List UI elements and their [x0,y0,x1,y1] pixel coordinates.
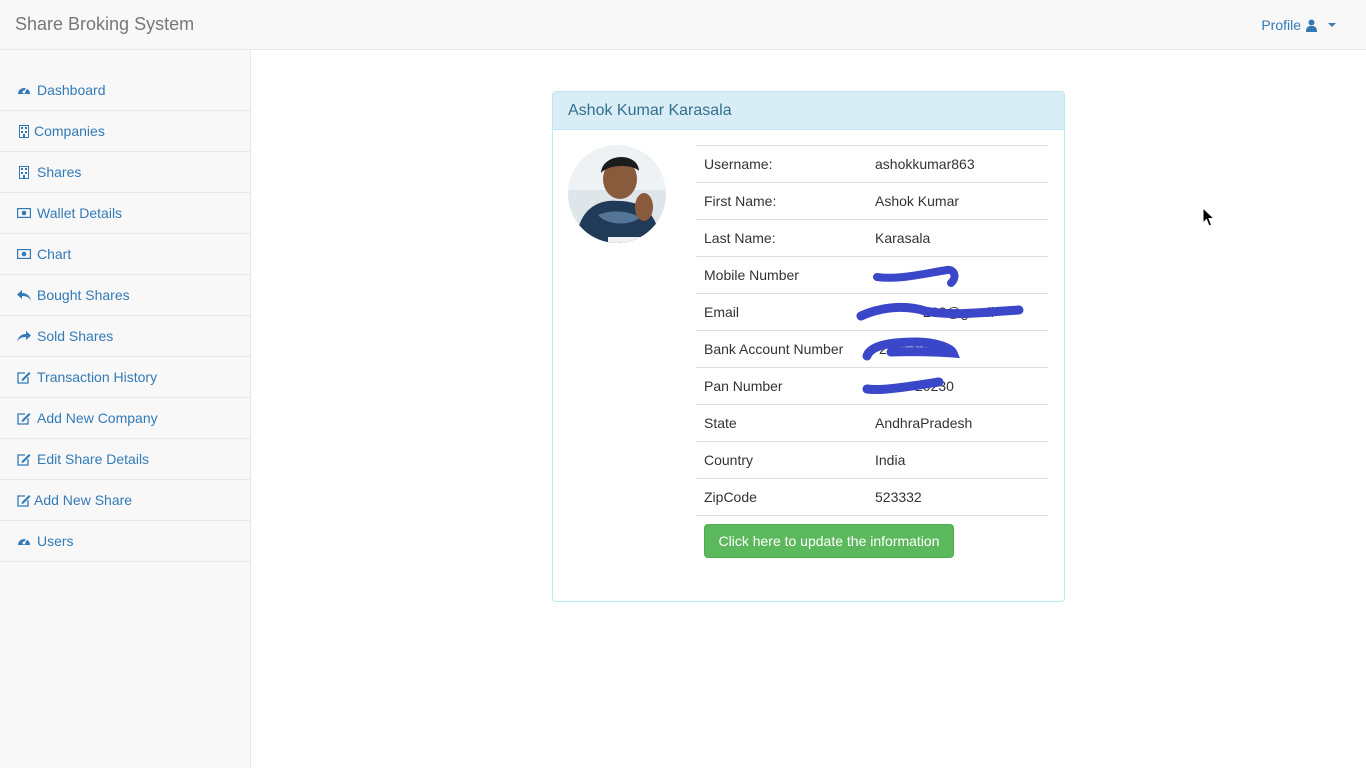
field-label: ZipCode [696,478,867,516]
table-row: First Name: Ashok Kumar [696,182,1048,220]
field-label: Pan Number [696,367,867,405]
sidebar-item-label: Chart [37,246,72,262]
dashboard-icon [17,534,31,548]
sidebar-item-users[interactable]: Users [0,521,250,562]
sidebar-item-label: Edit Share Details [37,451,150,467]
sidebar-item-label: Wallet Details [37,205,123,221]
field-value: Karasala [867,219,1048,257]
building-icon [17,165,31,179]
sidebar-item-companies[interactable]: Companies [0,111,250,152]
sidebar-item-label: Sold Shares [37,328,114,344]
sidebar-item-add-new-company[interactable]: Add New Company [0,398,250,439]
redaction-scribble [856,302,1024,321]
sidebar-item-label: Shares [37,164,82,180]
table-row: Pan Number 20230 [696,367,1048,405]
table-row: Email 263@gmail [696,293,1048,331]
profile-menu[interactable]: Profile [1261,17,1336,33]
field-value: India [867,441,1048,479]
field-value: AndhraPradesh [867,404,1048,442]
sidebar-item-label: Bought Shares [37,287,130,303]
profile-name-heading: Ashok Kumar Karasala [553,92,1064,130]
sidebar-item-bought-shares[interactable]: Bought Shares [0,275,250,316]
update-information-button[interactable]: Click here to update the information [704,524,954,558]
profile-panel: Ashok Kumar Karasala Username: ashokkuma… [552,91,1065,602]
field-label: Bank Account Number [696,330,867,368]
edit-icon [17,370,31,384]
chevron-down-icon [1328,23,1336,27]
dashboard-icon [17,83,31,97]
table-row: Username: ashokkumar863 [696,145,1048,183]
field-value [867,256,1048,294]
profile-label: Profile [1261,17,1301,33]
money-icon [17,247,31,261]
money-icon [17,206,31,220]
field-value: Ashok Kumar [867,182,1048,220]
edit-icon [17,452,31,466]
field-value: 523332 [867,478,1048,516]
redaction-scribble [862,337,960,361]
sidebar-item-chart[interactable]: Chart [0,234,250,275]
brand-title[interactable]: Share Broking System [15,14,194,35]
field-label: Country [696,441,867,479]
field-label: Email [696,293,867,331]
table-row: Country India [696,441,1048,479]
user-icon [1306,19,1317,32]
field-value: ashokkumar863 [867,145,1048,183]
top-navbar: Share Broking System Profile [0,0,1366,50]
sidebar-item-edit-share-details[interactable]: Edit Share Details [0,439,250,480]
sidebar-item-label: Dashboard [37,82,106,98]
edit-icon [17,411,31,425]
field-label: Mobile Number [696,256,867,294]
sidebar-item-shares[interactable]: Shares [0,152,250,193]
profile-info-table: Username: ashokkumar863 First Name: Asho… [696,145,1048,516]
sidebar-item-wallet-details[interactable]: Wallet Details [0,193,250,234]
table-row: State AndhraPradesh [696,404,1048,442]
field-label: First Name: [696,182,867,220]
table-row: Last Name: Karasala [696,219,1048,257]
sidebar-item-label: Users [37,533,74,549]
sidebar: Dashboard Companies Shares Wallet Detail… [0,50,251,768]
sidebar-item-label: Add New Share [34,492,133,508]
field-value: 263@gmail [856,293,1048,331]
edit-icon [17,493,31,507]
field-label: Username: [696,145,867,183]
table-row: ZipCode 523332 [696,478,1048,516]
share-icon [17,329,31,343]
sidebar-item-label: Companies [34,123,105,139]
table-row: Mobile Number [696,256,1048,294]
reply-icon [17,288,31,302]
field-label: State [696,404,867,442]
avatar [568,145,666,243]
sidebar-item-sold-shares[interactable]: Sold Shares [0,316,250,357]
redaction-scribble [862,377,944,394]
field-label: Last Name: [696,219,867,257]
mouse-cursor-icon [1202,207,1215,227]
sidebar-item-add-new-share[interactable]: Add New Share [0,480,250,521]
sidebar-item-label: Transaction History [37,369,158,385]
sidebar-item-dashboard[interactable]: Dashboard [0,70,250,111]
building-icon [17,124,31,138]
sidebar-item-label: Add New Company [37,410,158,426]
field-value: 20230 [862,367,1048,405]
redaction-scribble [873,265,959,287]
sidebar-item-transaction-history[interactable]: Transaction History [0,357,250,398]
field-value: 22054330 [862,330,1048,368]
table-row: Bank Account Number 22054330 [696,330,1048,368]
